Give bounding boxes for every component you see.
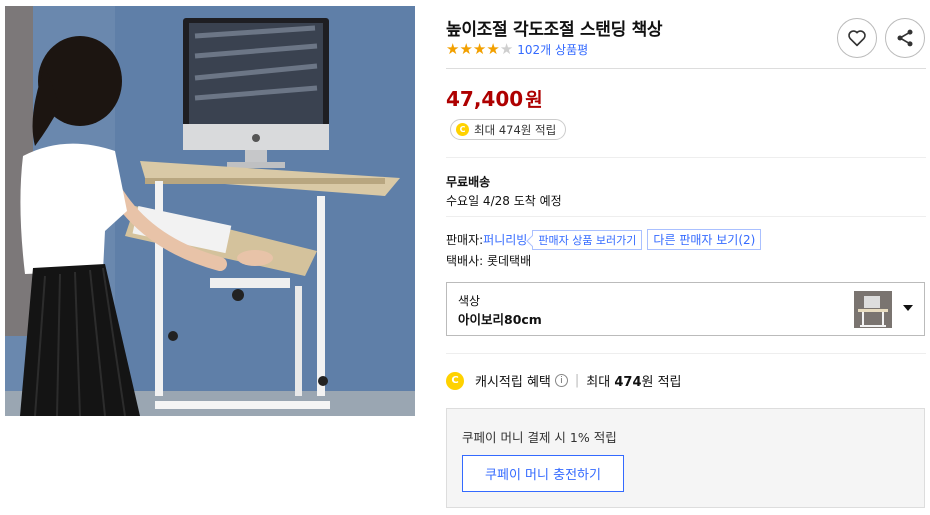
option-value: 아이보리80cm xyxy=(458,312,542,327)
other-sellers-button[interactable]: 다른 판매자 보기(2) xyxy=(647,229,762,250)
reward-text: 최대 474원 적립 xyxy=(474,122,557,137)
info-icon[interactable]: i xyxy=(554,374,568,387)
color-option-select[interactable]: 색상 아이보리80cm xyxy=(446,282,925,336)
rating-stars: ★ ★ ★ ★ ★ xyxy=(446,42,513,57)
product-photo-illustration xyxy=(5,6,415,416)
seller-name-link[interactable]: 퍼니리빙 xyxy=(483,231,527,248)
price-unit: 원 xyxy=(525,89,543,111)
cash-max-amount: 최대 474원 적립 xyxy=(586,375,682,390)
cash-coin-icon: C xyxy=(446,371,464,390)
reward-badge: C 최대 474원 적립 xyxy=(450,119,567,140)
star-empty-icon: ★ xyxy=(499,40,514,58)
cash-benefit-title: 캐시적립 혜택 xyxy=(475,375,551,390)
chevron-down-icon xyxy=(903,305,913,311)
courier-info: 택배사: 롯데택배 xyxy=(446,254,532,268)
option-thumbnail xyxy=(854,291,892,328)
product-rating: ★ ★ ★ ★ ★ 102개 상품평 xyxy=(446,41,588,58)
heart-icon xyxy=(848,30,866,47)
seller-info: 판매자: 퍼니리빙 판매자 상품 보러가기 다른 판매자 보기(2) xyxy=(446,229,762,250)
divider xyxy=(446,68,926,69)
share-button[interactable] xyxy=(885,18,925,58)
wishlist-button[interactable] xyxy=(837,18,877,58)
review-count-link[interactable]: 102개 상품평 xyxy=(517,41,588,58)
coupay-money-box: 쿠페이 머니 결제 시 1% 적립 쿠페이 머니 충전하기 xyxy=(446,408,925,508)
divider xyxy=(446,353,926,354)
shipping-type: 무료배송 xyxy=(446,175,491,189)
coupay-charge-button[interactable]: 쿠페이 머니 충전하기 xyxy=(462,455,624,492)
cash-coin-icon: C xyxy=(456,123,469,136)
seller-label: 판매자: xyxy=(446,233,484,247)
product-title: 높이조절 각도조절 스탠딩 책상 xyxy=(446,20,663,40)
product-info-panel: 높이조절 각도조절 스탠딩 책상 ★ ★ ★ ★ ★ 102개 상품평 47,4… xyxy=(446,0,926,515)
divider xyxy=(446,157,926,158)
star-icon: ★ xyxy=(446,40,460,58)
sale-price: 47,400 원 xyxy=(446,85,543,112)
price-amount: 47,400 xyxy=(446,87,524,111)
view-seller-products-button[interactable]: 판매자 상품 보러가기 xyxy=(532,229,643,250)
share-icon xyxy=(897,29,913,47)
cash-benefit: C 캐시적립 혜택 i | 최대 474원 적립 xyxy=(446,371,682,390)
star-icon: ★ xyxy=(459,40,473,58)
separator: | xyxy=(574,373,580,388)
coupay-reward-text: 쿠페이 머니 결제 시 1% 적립 xyxy=(462,430,617,445)
option-label: 색상 xyxy=(458,294,481,308)
star-icon: ★ xyxy=(486,40,500,58)
product-image[interactable] xyxy=(5,6,415,416)
delivery-date: 수요일 4/28 도착 예정 xyxy=(446,194,562,208)
star-icon: ★ xyxy=(472,40,487,58)
divider xyxy=(446,216,926,217)
